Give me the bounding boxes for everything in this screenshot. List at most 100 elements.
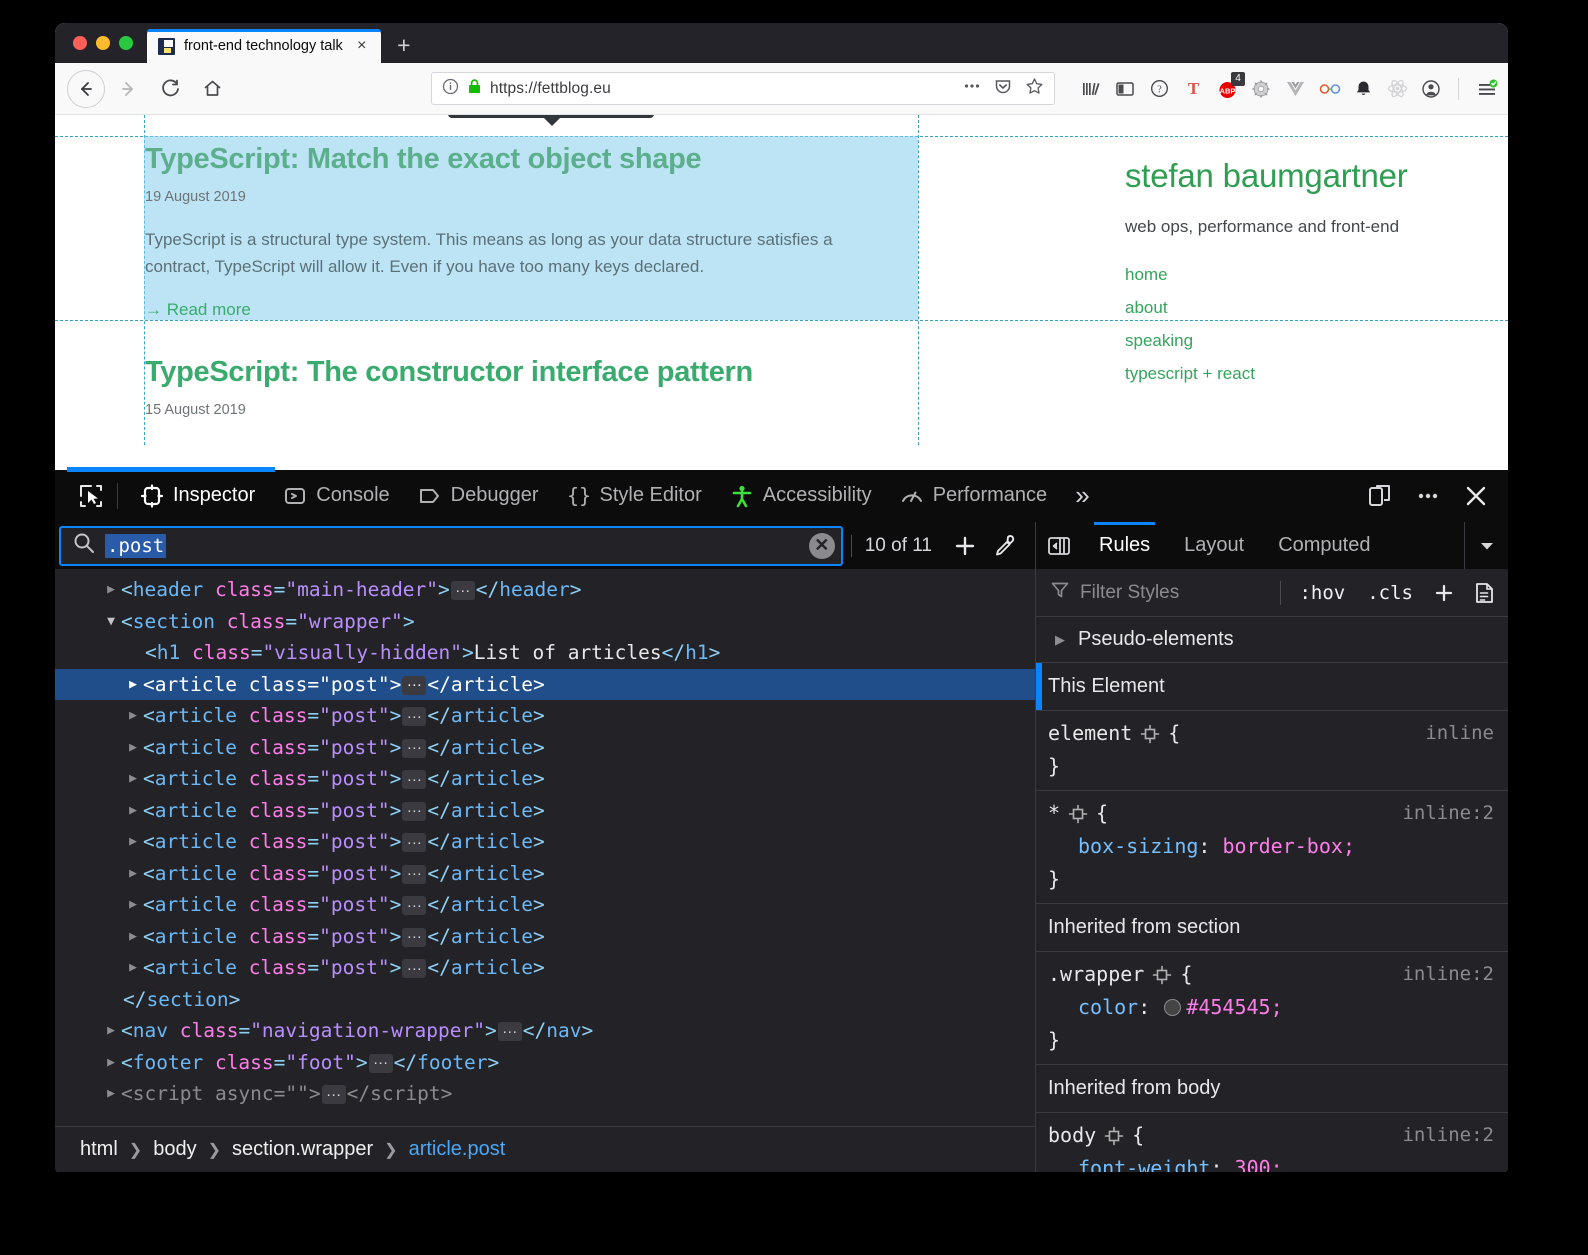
react-devtools-icon[interactable] xyxy=(1387,79,1408,99)
color-swatch[interactable] xyxy=(1164,999,1182,1016)
page-actions-icon[interactable] xyxy=(963,77,981,100)
css-declaration[interactable]: color: #454545; xyxy=(1036,991,1508,1024)
markup-tree[interactable]: ▶ <header class="main-header"> ··· </heade… xyxy=(55,569,1035,1126)
tab-inspector[interactable]: Inspector xyxy=(126,474,269,518)
markup-node[interactable]: ▼ <section class="wrapper"> xyxy=(55,606,1035,638)
markup-node[interactable]: ▶ <footer class="foot"> ··· </footer> xyxy=(55,1047,1035,1079)
minimize-window-button[interactable] xyxy=(96,36,110,50)
filter-styles-input[interactable]: Filter Styles xyxy=(1050,580,1269,606)
css-declaration[interactable]: box-sizing: border-box; xyxy=(1036,830,1508,863)
sidebar-item-about[interactable]: about xyxy=(1125,298,1168,317)
list-item[interactable]: home xyxy=(1125,265,1500,285)
expand-twisty-icon[interactable]: ▶ xyxy=(123,858,143,890)
chevron-down-icon[interactable] xyxy=(1464,522,1508,569)
close-window-button[interactable] xyxy=(73,36,87,50)
markup-node[interactable]: ▶ <article class="post"> ··· </article> xyxy=(55,732,1035,764)
clear-search-button[interactable]: ✕ xyxy=(808,532,835,559)
tab-style-editor[interactable]: {} Style Editor xyxy=(553,474,716,518)
select-target-icon[interactable] xyxy=(1068,804,1088,824)
css-declaration[interactable]: font-weight: 300; xyxy=(1036,1152,1508,1172)
expand-twisty-icon[interactable]: ▶ xyxy=(101,1047,121,1079)
rule-selector[interactable]: .wrapper xyxy=(1048,958,1144,991)
tab-computed[interactable]: Computed xyxy=(1261,522,1387,569)
pocket-icon[interactable] xyxy=(994,77,1012,100)
gear-icon[interactable] xyxy=(1251,79,1271,99)
css-rule[interactable]: .wrapper { inline:2 color: #454545; } xyxy=(1036,952,1508,1065)
expand-twisty-icon[interactable]: ▶ xyxy=(123,795,143,827)
tab-rules[interactable]: Rules xyxy=(1082,522,1167,569)
tampermonkey-icon[interactable]: T xyxy=(1183,79,1203,99)
classes-button[interactable]: .cls xyxy=(1360,582,1420,604)
rule-source[interactable]: inline:2 xyxy=(1402,958,1494,991)
glasses-icon[interactable] xyxy=(1319,79,1341,99)
menu-icon[interactable] xyxy=(1476,79,1498,99)
markup-node[interactable]: ▶ <article class="post"> ··· </article> xyxy=(55,921,1035,953)
collapse-twisty-icon[interactable]: ▼ xyxy=(101,606,121,638)
expand-twisty-icon[interactable]: ▶ xyxy=(123,763,143,795)
collapsed-children-icon[interactable]: ··· xyxy=(402,896,427,915)
element-picker-icon[interactable] xyxy=(71,480,111,512)
expand-twisty-icon[interactable]: ▶ xyxy=(123,889,143,921)
tab-console[interactable]: Console xyxy=(269,474,403,518)
list-item[interactable]: typescript + react xyxy=(1125,364,1500,384)
rule-selector[interactable]: * xyxy=(1048,797,1060,830)
toggle-sidebar-icon[interactable] xyxy=(1036,522,1082,569)
css-value[interactable]: #454545 xyxy=(1186,995,1270,1019)
select-target-icon[interactable] xyxy=(1104,1126,1124,1146)
sidebar-item-speaking[interactable]: speaking xyxy=(1125,331,1193,350)
markup-node[interactable]: </section> xyxy=(55,984,1035,1016)
sidebar-item-typescript-react[interactable]: typescript + react xyxy=(1125,364,1255,383)
notifications-bell-icon[interactable] xyxy=(1353,79,1373,99)
markup-node[interactable]: ▶ <article class="post"> ··· </article> xyxy=(55,858,1035,890)
css-rule[interactable]: * { inline:2 box-sizing: border-box; } xyxy=(1036,791,1508,904)
sidebar-icon[interactable] xyxy=(1115,79,1135,99)
add-node-button[interactable] xyxy=(945,526,985,566)
lock-icon[interactable] xyxy=(467,78,482,100)
expand-twisty-icon[interactable]: ▶ xyxy=(101,574,121,606)
css-value[interactable]: border-box xyxy=(1223,834,1343,858)
expand-twisty-icon[interactable]: ▶ xyxy=(123,952,143,984)
tab-debugger[interactable]: Debugger xyxy=(404,474,553,518)
markup-node[interactable]: ▶ <article class="post"> ··· </article> xyxy=(55,889,1035,921)
account-icon[interactable] xyxy=(1421,79,1441,99)
rule-source[interactable]: inline:2 xyxy=(1402,797,1494,830)
breadcrumb-item-body[interactable]: body xyxy=(146,1138,203,1161)
reload-button[interactable] xyxy=(151,70,189,108)
markup-node[interactable]: ▶ <article class="post"> ··· </article> xyxy=(55,826,1035,858)
css-rule[interactable]: element { inline } xyxy=(1036,711,1508,791)
tab-accessibility[interactable]: Accessibility xyxy=(716,474,886,518)
markup-node[interactable]: ▶ <nav class="navigation-wrapper"> ··· </n… xyxy=(55,1015,1035,1047)
expand-twisty-icon[interactable]: ▶ xyxy=(123,826,143,858)
adblock-icon[interactable]: ABP 4 xyxy=(1217,71,1245,99)
expand-twisty-icon[interactable]: ▶ xyxy=(101,1078,121,1110)
expand-twisty-icon[interactable]: ▶ xyxy=(123,732,143,764)
sidebar-item-home[interactable]: home xyxy=(1125,265,1168,284)
bookmark-star-icon[interactable] xyxy=(1025,77,1044,101)
expand-twisty-icon[interactable]: ▶ xyxy=(123,921,143,953)
markup-node[interactable]: ▶ <article class="post"> ··· </article> xyxy=(55,700,1035,732)
new-rule-icon[interactable] xyxy=(1468,577,1500,609)
library-icon[interactable] xyxy=(1081,79,1101,99)
browser-tab[interactable]: front-end technology talk × xyxy=(147,29,381,63)
rule-source[interactable]: inline xyxy=(1425,717,1494,750)
collapsed-children-icon[interactable]: ··· xyxy=(402,927,427,947)
css-rule[interactable]: body { inline:2 font-weight: 300; font-s… xyxy=(1036,1113,1508,1172)
collapsed-children-icon[interactable]: ··· xyxy=(402,959,427,978)
expand-twisty-icon[interactable]: ▶ xyxy=(123,700,143,732)
collapsed-children-icon[interactable]: ··· xyxy=(402,833,427,852)
add-rule-button[interactable] xyxy=(1428,577,1460,609)
vue-devtools-icon[interactable] xyxy=(1285,79,1305,99)
markup-node[interactable]: ▶ <header class="main-header"> ··· </heade… xyxy=(55,574,1035,606)
collapsed-children-icon[interactable]: ··· xyxy=(450,581,475,600)
list-item[interactable]: about xyxy=(1125,298,1500,318)
new-tab-button[interactable]: + xyxy=(387,28,421,62)
home-button[interactable] xyxy=(193,70,231,108)
collapsed-children-icon[interactable]: ··· xyxy=(368,1053,393,1073)
hover-states-button[interactable]: :hov xyxy=(1292,582,1352,604)
collapsed-children-icon[interactable]: ··· xyxy=(402,707,427,726)
collapsed-children-icon[interactable]: ··· xyxy=(402,738,427,758)
collapsed-children-icon[interactable]: ··· xyxy=(402,864,427,884)
breadcrumb-item-html[interactable]: html xyxy=(73,1138,125,1161)
rule-source[interactable]: inline:2 xyxy=(1402,1119,1494,1152)
close-tab-button[interactable]: × xyxy=(352,36,372,56)
